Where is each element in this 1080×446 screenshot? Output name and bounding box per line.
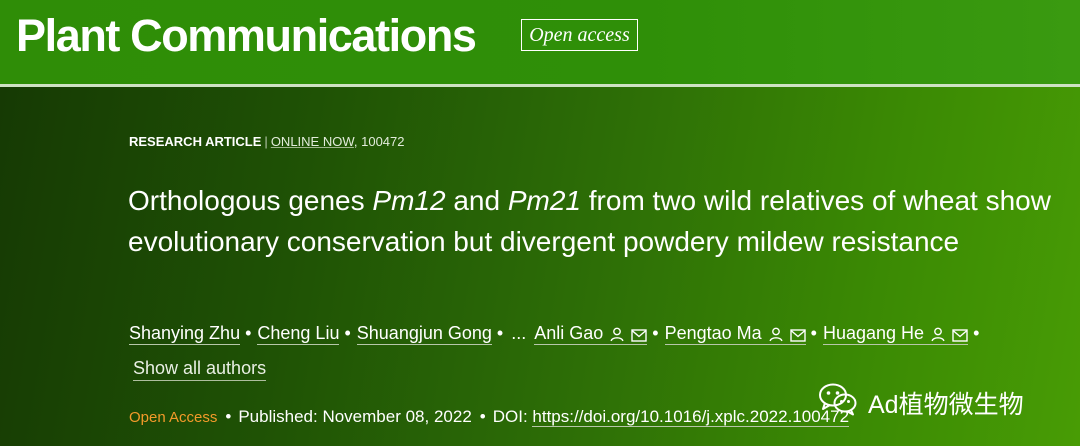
published-date: Published: November 08, 2022 <box>238 407 472 426</box>
mail-icon <box>789 329 806 342</box>
author-name: Huagang He <box>822 323 925 343</box>
person-icon <box>769 327 783 342</box>
open-access-label: Open Access <box>129 409 218 426</box>
doi-link[interactable]: https://doi.org/10.1016/j.xplc.2022.1004… <box>532 407 850 427</box>
wechat-watermark: Ad植物微生物 <box>818 382 1024 423</box>
article-hero: RESEARCH ARTICLE | ONLINE NOW, 100472 Orth… <box>0 87 1080 446</box>
title-gene-pm12: Pm12 <box>372 185 446 216</box>
open-access-badge[interactable]: Open access <box>521 19 638 51</box>
watermark-text: Ad植物微生物 <box>868 390 1024 419</box>
article-title: Orthologous genes Pm12 and Pm21 from two… <box>128 180 1058 262</box>
title-text: Orthologous genes <box>128 185 373 216</box>
pub-bullet: • <box>225 407 232 426</box>
author-bullet: • <box>496 323 504 343</box>
article-meta: RESEARCH ARTICLE | ONLINE NOW, 100472 <box>129 134 405 149</box>
author-link[interactable]: Shanying Zhu <box>129 323 241 345</box>
author-bullet: • <box>973 323 980 343</box>
author-bullet: • <box>810 323 817 343</box>
doi-label: DOI: <box>492 407 533 426</box>
article-type: RESEARCH ARTICLE <box>129 134 262 149</box>
author-link[interactable]: Pengtao Ma <box>664 323 806 345</box>
publication-info: Open Access • Published: November 08, 2022… <box>129 407 850 427</box>
author-link[interactable]: Cheng Liu <box>257 323 340 345</box>
author-link[interactable]: Anli Gao <box>534 323 648 345</box>
mail-icon <box>631 329 647 342</box>
author-name: Anli Gao <box>534 323 604 343</box>
author-bullet: • <box>245 323 252 343</box>
meta-separator: | <box>264 134 268 149</box>
title-gene-pm21: Pm21 <box>507 185 581 216</box>
author-name: Pengtao Ma <box>664 323 762 343</box>
author-list: Shanying Zhu • Cheng Liu • Shuangjun Gong •..… <box>129 323 985 345</box>
article-number: , 100472 <box>353 134 405 149</box>
author-link[interactable]: Shuangjun Gong <box>356 323 492 345</box>
pub-bullet: • <box>479 407 486 426</box>
title-text: and <box>445 185 508 216</box>
wechat-icon <box>818 382 858 423</box>
mail-icon <box>952 329 968 342</box>
show-all-authors-button[interactable]: Show all authors <box>133 358 267 381</box>
person-icon <box>931 327 945 342</box>
author-bullet: • <box>344 323 351 343</box>
journal-title[interactable]: Plant Communications <box>16 10 477 62</box>
author-link[interactable]: Huagang He <box>822 323 969 345</box>
journal-header: Plant Communications Open access <box>0 0 1080 84</box>
person-icon <box>610 327 624 342</box>
online-now-link[interactable]: ONLINE NOW <box>271 134 354 149</box>
author-bullet: • <box>652 323 659 343</box>
authors-ellipsis: ... <box>511 323 527 343</box>
